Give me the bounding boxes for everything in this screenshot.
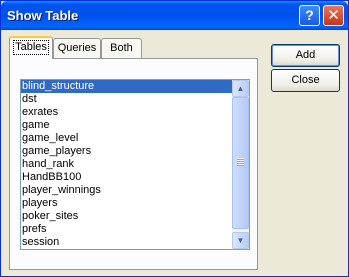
list-item-prefs[interactable]: prefs	[21, 223, 232, 236]
close-window-button[interactable]: ✕	[323, 5, 344, 26]
list-item-player-winnings[interactable]: player_winnings	[21, 184, 232, 197]
tables-tab-panel: blind_structure dst exrates game game_le…	[9, 58, 258, 270]
close-icon: ✕	[327, 7, 340, 24]
chevron-down-icon: ▼	[236, 236, 245, 245]
list-item-hand-rank[interactable]: hand_rank	[21, 158, 232, 171]
tab-both[interactable]: Both	[101, 38, 142, 59]
list-item-game-level[interactable]: game_level	[21, 132, 232, 145]
list-item-session[interactable]: session	[21, 236, 232, 249]
tab-both-label: Both	[110, 42, 133, 54]
vertical-scrollbar[interactable]: ▲ ▼	[232, 80, 249, 249]
tab-tables[interactable]: Tables	[9, 36, 53, 59]
list-item-dst[interactable]: dst	[21, 93, 232, 106]
window-title: Show Table	[7, 8, 79, 23]
close-button[interactable]: Close	[271, 69, 340, 92]
help-button[interactable]: ?	[299, 5, 320, 26]
title-bar[interactable]: Show Table ? ✕	[1, 1, 348, 30]
help-icon: ?	[305, 7, 314, 23]
table-listbox[interactable]: blind_structure dst exrates game game_le…	[20, 79, 250, 250]
show-table-dialog: Show Table ? ✕ Tables Queries Both blind…	[0, 0, 349, 277]
list-item-game-players[interactable]: game_players	[21, 145, 232, 158]
scroll-up-button[interactable]: ▲	[232, 80, 249, 97]
tab-queries-label: Queries	[57, 42, 97, 54]
list-item-poker-sites[interactable]: poker_sites	[21, 210, 232, 223]
grip-icon	[237, 158, 244, 166]
tab-tables-label: Tables	[13, 40, 49, 55]
scroll-down-button[interactable]: ▼	[232, 232, 249, 249]
list-item-game[interactable]: game	[21, 119, 232, 132]
scrollbar-thumb[interactable]	[232, 97, 249, 229]
add-button[interactable]: Add	[271, 44, 340, 67]
list-item-players[interactable]: players	[21, 197, 232, 210]
list-item-handbb100[interactable]: HandBB100	[21, 171, 232, 184]
table-list-items: blind_structure dst exrates game game_le…	[21, 80, 232, 249]
list-item-blind-structure[interactable]: blind_structure	[21, 80, 232, 93]
list-item-exrates[interactable]: exrates	[21, 106, 232, 119]
tab-queries[interactable]: Queries	[53, 38, 101, 59]
chevron-up-icon: ▲	[236, 84, 245, 93]
